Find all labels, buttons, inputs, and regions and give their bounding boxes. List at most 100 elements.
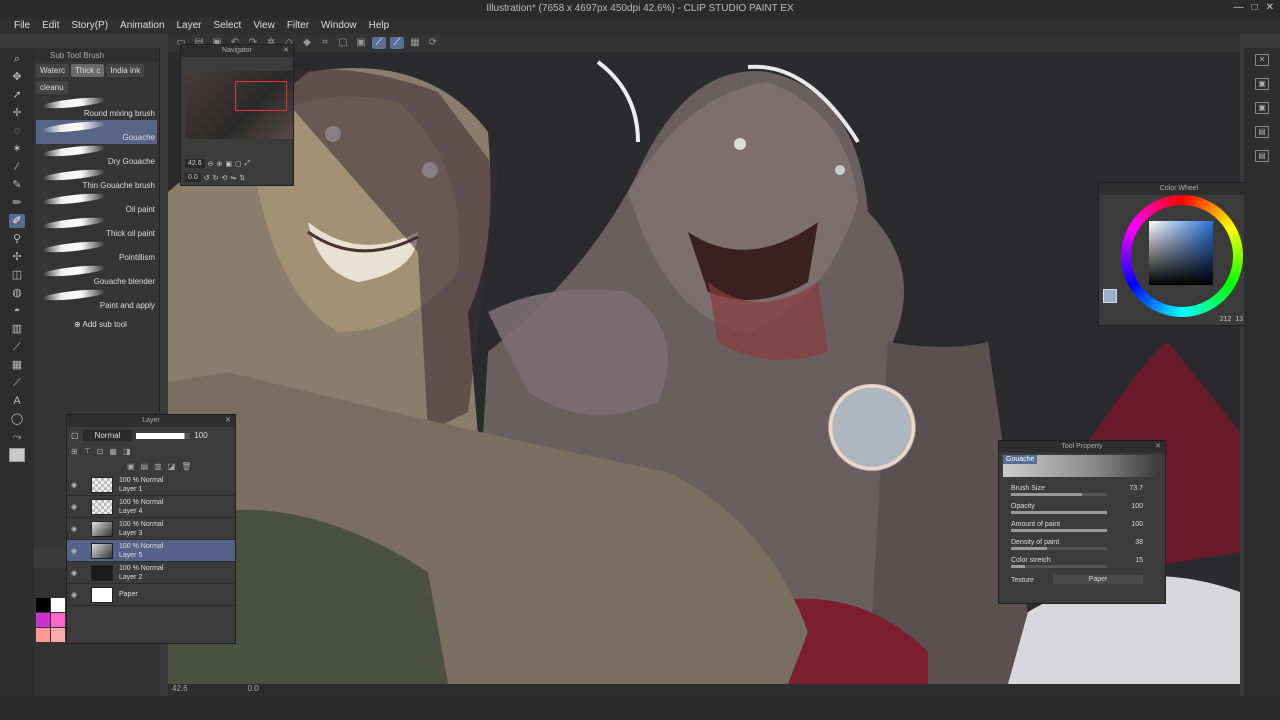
layer-move-icon[interactable]: ✛	[9, 106, 25, 120]
amount-of-paint-row[interactable]: Amount of paint 100	[1011, 521, 1157, 532]
menu-animation[interactable]: Animation	[114, 18, 170, 34]
figure-tool-icon[interactable]: ⟋	[9, 340, 25, 354]
eye-icon[interactable]: ◉	[67, 525, 81, 533]
status-angle[interactable]: 0.0	[248, 684, 259, 696]
balloon-tool-icon[interactable]: ◯	[9, 412, 25, 426]
panel-toggle-icon[interactable]: ▤	[1255, 150, 1269, 162]
menu-help[interactable]: Help	[363, 18, 396, 34]
saturation-value-square[interactable]	[1149, 221, 1213, 285]
navigator-zoom-value[interactable]: 42.6	[185, 159, 205, 168]
snap-icon[interactable]: ⟳	[426, 37, 440, 49]
brush-tool-icon[interactable]: ✐	[9, 214, 25, 228]
new-vector-layer-icon[interactable]: ▤	[141, 462, 149, 471]
text-tool-icon[interactable]: A	[9, 394, 25, 408]
invert-selection-icon[interactable]: ▣	[354, 37, 368, 49]
brush-item[interactable]: Thin Gouache brush	[36, 167, 157, 192]
navigator-view-box[interactable]	[235, 81, 287, 111]
brush-item[interactable]: Gouache	[36, 119, 157, 144]
eraser-tool-icon[interactable]: ◫	[9, 268, 25, 282]
eye-icon[interactable]: ◉	[67, 591, 81, 599]
fill-tool-icon[interactable]: ◓	[9, 304, 25, 318]
subtool-tab-cleanup[interactable]: cleanu	[36, 81, 68, 94]
lock-transparent-icon[interactable]: ▦	[109, 447, 117, 456]
layer-row[interactable]: ◉ 100 % Normal Layer 1	[67, 474, 235, 496]
layer-opacity-value[interactable]: 100	[194, 431, 207, 440]
panel-toggle-icon[interactable]: ▤	[1255, 126, 1269, 138]
blend-tool-icon[interactable]: ◍	[9, 286, 25, 300]
density-of-paint-row[interactable]: Density of paint 38	[1011, 539, 1157, 550]
mask-icon[interactable]: ◨	[123, 447, 131, 456]
brush-item[interactable]: Paint and apply	[36, 287, 157, 312]
opacity-row[interactable]: Opacity 100	[1011, 503, 1157, 514]
snap-special-ruler-icon[interactable]: ⟋	[390, 37, 404, 49]
rotate-left-icon[interactable]: ↺	[204, 174, 210, 182]
maximize-button[interactable]: □	[1252, 2, 1258, 13]
saturation-value[interactable]: 13	[1235, 316, 1243, 323]
brush-item[interactable]: Dry Gouache	[36, 143, 157, 168]
selection-tool-icon[interactable]: ◌	[9, 124, 25, 138]
layer-property-icon[interactable]: ▢	[71, 431, 79, 440]
subtool-tab-thick[interactable]: Thick c	[71, 64, 105, 77]
navigator-thumbnail[interactable]	[185, 71, 293, 139]
density-of-paint-slider[interactable]	[1011, 547, 1107, 550]
flip-vertical-icon[interactable]: ⇅	[239, 174, 245, 182]
actual-size-icon[interactable]: ▢	[235, 160, 242, 168]
deselect-icon[interactable]: ▢	[336, 37, 350, 49]
brush-size-row[interactable]: Brush Size 73.7	[1011, 485, 1157, 496]
menu-window[interactable]: Window	[315, 18, 363, 34]
close-icon[interactable]: ✕	[225, 415, 231, 427]
palette-color-swatch[interactable]	[51, 598, 65, 612]
pencil-tool-icon[interactable]: ✏	[9, 196, 25, 210]
brush-item[interactable]: Pointillism	[36, 239, 157, 264]
brush-item[interactable]: Thick oil paint	[36, 215, 157, 240]
ruler-tool-icon[interactable]: ⟋	[9, 376, 25, 390]
snap-ruler-icon[interactable]: ⟋	[372, 37, 386, 49]
menu-file[interactable]: File	[8, 18, 36, 34]
fit-icon[interactable]: ▣	[225, 160, 232, 168]
auto-select-icon[interactable]: ✶	[9, 142, 25, 156]
correct-line-icon[interactable]: ⤳	[9, 430, 25, 444]
fill-icon[interactable]: ◆	[300, 37, 314, 49]
texture-select[interactable]: Paper	[1053, 575, 1143, 584]
layer-row[interactable]: ◉ Paper	[67, 584, 235, 606]
fit-window-icon[interactable]: ⤢	[245, 160, 251, 168]
brush-size-slider[interactable]	[1011, 493, 1107, 496]
menu-filter[interactable]: Filter	[281, 18, 315, 34]
layer-opacity-slider[interactable]	[136, 432, 191, 439]
rotate-right-icon[interactable]: ↻	[213, 174, 219, 182]
panel-toggle-icon[interactable]: ▣	[1255, 78, 1269, 90]
zoom-in-icon[interactable]: ⊕	[217, 160, 223, 168]
eye-icon[interactable]: ◉	[67, 481, 81, 489]
eyedropper-icon[interactable]: ⁄	[9, 160, 25, 174]
zoom-tool-icon[interactable]: ⌕	[9, 52, 25, 66]
close-icon[interactable]: ✕	[283, 45, 289, 57]
main-color-swatch[interactable]	[9, 448, 25, 462]
eye-icon[interactable]: ◉	[67, 503, 81, 511]
operation-tool-icon[interactable]: ➚	[9, 88, 25, 102]
move-tool-icon[interactable]: ✥	[9, 70, 25, 84]
new-raster-layer-icon[interactable]: ▣	[127, 462, 135, 471]
blend-mode-select[interactable]: Normal	[82, 430, 133, 441]
palette-color-swatch[interactable]	[51, 613, 65, 627]
brush-item[interactable]: Oil paint	[36, 191, 157, 216]
decoration-icon[interactable]: ✢	[9, 250, 25, 264]
palette-color-swatch[interactable]	[36, 598, 50, 612]
amount-of-paint-slider[interactable]	[1011, 529, 1107, 532]
layer-row[interactable]: ◉ 100 % Normal Layer 3	[67, 518, 235, 540]
color-stretch-slider[interactable]	[1011, 565, 1107, 568]
layer-row[interactable]: ◉ 100 % Normal Layer 4	[67, 496, 235, 518]
close-icon[interactable]: ✕	[1155, 441, 1161, 453]
clip-icon[interactable]: ⊞	[71, 447, 78, 456]
layer-mask-icon[interactable]: ◪	[168, 462, 176, 471]
gradient-tool-icon[interactable]: ▥	[9, 322, 25, 336]
brush-item[interactable]: Gouache blender	[36, 263, 157, 288]
flip-horizontal-icon[interactable]: ⇋	[230, 174, 236, 182]
subtool-tab-watercolor[interactable]: Waterc	[36, 64, 70, 77]
status-zoom[interactable]: 42.6	[172, 684, 188, 696]
palette-color-swatch[interactable]	[36, 613, 50, 627]
snap-grid-icon[interactable]: ▦	[408, 37, 422, 49]
menu-layer[interactable]: Layer	[171, 18, 208, 34]
menu-select[interactable]: Select	[208, 18, 248, 34]
brush-item[interactable]: Round mixing brush	[36, 95, 157, 120]
color-stretch-row[interactable]: Color stretch 15	[1011, 557, 1157, 568]
